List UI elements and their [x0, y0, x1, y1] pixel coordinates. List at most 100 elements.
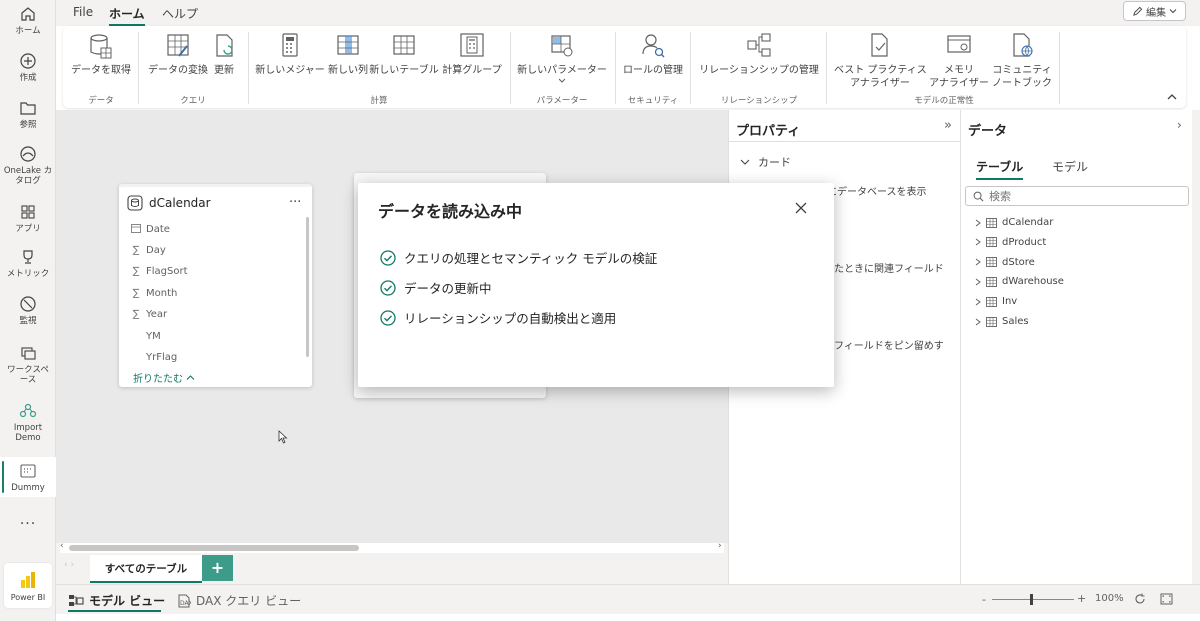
best-practice-icon [871, 33, 888, 57]
nav-onelake[interactable]: OneLake カタログ [0, 145, 56, 190]
database-icon [90, 34, 112, 59]
fit-to-screen-icon[interactable] [1160, 593, 1173, 605]
nav-dummy[interactable]: Dummy [0, 457, 56, 497]
collapse-properties-icon[interactable]: » [944, 118, 952, 133]
property-text-2: たときに関連フィールド [834, 264, 944, 275]
report-icon [20, 464, 36, 478]
tab-all-tables[interactable]: すべてのテーブル [90, 555, 202, 583]
manage-relationships-button[interactable]: リレーションシップの管理 [697, 32, 821, 77]
search-input[interactable] [989, 189, 1169, 203]
chevron-down-icon [740, 159, 750, 165]
data-table-item[interactable]: Sales [975, 316, 1029, 327]
nav-workspace[interactable]: ワークスペース [0, 344, 56, 389]
new-table-button[interactable]: 新しいテーブル [369, 32, 439, 77]
new-parameter-button[interactable]: 新しいパラメーター [516, 32, 608, 84]
field-list-scrollbar[interactable] [306, 217, 309, 357]
tab-prev-icon[interactable]: ‹ › [64, 560, 74, 570]
table-card-dcalendar[interactable]: dCalendar ... Date ∑ Day ∑ FlagSort ∑ Month ∑ Ye… [119, 184, 312, 387]
scroll-right-icon[interactable]: › [718, 541, 722, 551]
properties-title: プロパティ [736, 124, 801, 139]
add-layout-tab-button[interactable]: + [202, 555, 233, 581]
left-navigation: ホーム 作成 参照 OneLake カタログ アプリ メトリック 監視 ワークス… [0, 0, 56, 621]
nav-browse[interactable]: 参照 [0, 99, 56, 135]
nav-import-demo[interactable]: Import Demo [0, 402, 56, 447]
tab-tables[interactable]: テーブル [976, 158, 1024, 180]
nav-monitor[interactable]: 監視 [0, 295, 56, 331]
transform-data-button[interactable]: データの変換 [147, 32, 209, 77]
manage-roles-button[interactable]: ロールの管理 [622, 32, 684, 77]
zoom-slider-thumb[interactable] [1030, 594, 1033, 605]
bpa-button[interactable]: ベスト プラクティス アナライザー [834, 32, 927, 90]
onelake-icon [20, 146, 36, 162]
table-field[interactable]: ∑ FlagSort [131, 266, 188, 277]
menu-help[interactable]: ヘルプ [162, 5, 198, 22]
new-column-button[interactable]: 新しい列 [327, 32, 369, 77]
chevron-down-icon [558, 78, 566, 83]
table-icon [393, 35, 415, 55]
calculation-group-icon [460, 33, 484, 57]
collapse-data-pane-icon[interactable]: › [1177, 118, 1182, 132]
notebook-globe-icon [1013, 33, 1033, 57]
get-data-button[interactable]: データを取得 [71, 32, 131, 77]
data-table-item[interactable]: dCalendar [975, 217, 1053, 228]
semantic-model-icon [19, 403, 37, 418]
close-icon[interactable] [795, 202, 807, 214]
data-table-item[interactable]: dWarehouse [975, 276, 1064, 287]
collapse-fields-link[interactable]: 折りたたむ [133, 370, 195, 385]
plus-circle-icon [20, 53, 36, 69]
dialog-title: データを読み込み中 [378, 202, 523, 221]
refresh-button[interactable]: 更新 [212, 32, 236, 77]
calc-group-button[interactable]: 計算グループ [441, 32, 503, 77]
table-field-name: Year [146, 309, 168, 320]
collapse-ribbon-icon[interactable] [1167, 93, 1177, 101]
table-field[interactable]: YrFlag [131, 352, 177, 363]
table-field[interactable]: YM [131, 331, 161, 342]
table-icon [986, 276, 997, 287]
tab-model[interactable]: モデル [1052, 158, 1088, 175]
status-bar: モデル ビュー DAX DAX クエリ ビュー - + 100% [56, 584, 1200, 614]
data-search-box[interactable] [965, 186, 1189, 206]
edit-button[interactable]: 編集 [1123, 1, 1186, 21]
zoom-slider-track[interactable] [992, 599, 1074, 600]
group-label-param: パラメーター [536, 96, 588, 106]
menu-file[interactable]: File [73, 5, 93, 19]
chevron-right-icon [975, 318, 981, 325]
data-pane-title: データ [968, 124, 1008, 139]
ribbon-separator [138, 32, 139, 104]
check-circle-icon [380, 279, 396, 296]
table-field[interactable]: ∑ Year [131, 309, 168, 320]
data-table-item[interactable]: Inv [975, 296, 1017, 307]
dax-query-view-tab[interactable]: DAX DAX クエリ ビュー [177, 592, 301, 609]
table-card-more-button[interactable]: ... [289, 191, 301, 206]
ribbon-separator [826, 32, 827, 104]
horizontal-scroll-track[interactable]: ‹ › [60, 541, 724, 553]
data-table-item[interactable]: dProduct [975, 237, 1046, 248]
nav-more[interactable]: ... [0, 513, 56, 531]
table-field[interactable]: ∑ Month [131, 288, 178, 299]
dialog-step-text: クエリの処理とセマンティック モデルの検証 [404, 251, 658, 266]
new-measure-button[interactable]: 新しいメジャー [255, 32, 325, 77]
table-field[interactable]: Date [131, 223, 170, 236]
zoom-in-button[interactable]: + [1077, 592, 1086, 605]
dialog-step: クエリの処理とセマンティック モデルの検証 [380, 248, 657, 267]
zoom-out-button[interactable]: - [982, 593, 986, 606]
data-table-item[interactable]: dStore [975, 257, 1035, 268]
community-notebook-button[interactable]: コミュニティ ノートブック [991, 32, 1053, 90]
data-table-name: dProduct [1002, 236, 1047, 248]
dialog-step-text: リレーションシップの自動検出と適用 [404, 311, 617, 326]
card-section-header[interactable]: カード [740, 154, 791, 170]
scroll-left-icon[interactable]: ‹ [60, 541, 64, 551]
table-field[interactable]: ∑ Day [131, 245, 166, 256]
nav-home[interactable]: ホーム [0, 5, 56, 45]
nav-apps[interactable]: アプリ [0, 203, 56, 239]
nav-metrics[interactable]: メトリック [0, 248, 56, 284]
reset-zoom-icon[interactable] [1134, 593, 1146, 605]
parameter-icon [551, 35, 573, 57]
memory-analyzer-button[interactable]: メモリ アナライザー [929, 32, 989, 90]
menu-home[interactable]: ホーム [109, 5, 145, 26]
horizontal-scroll-thumb[interactable] [69, 545, 359, 551]
powerbi-switcher[interactable]: Power BI [4, 563, 52, 608]
model-view-tab[interactable]: モデル ビュー [68, 592, 165, 609]
calculator-icon [282, 33, 298, 57]
nav-create[interactable]: 作成 [0, 52, 56, 88]
